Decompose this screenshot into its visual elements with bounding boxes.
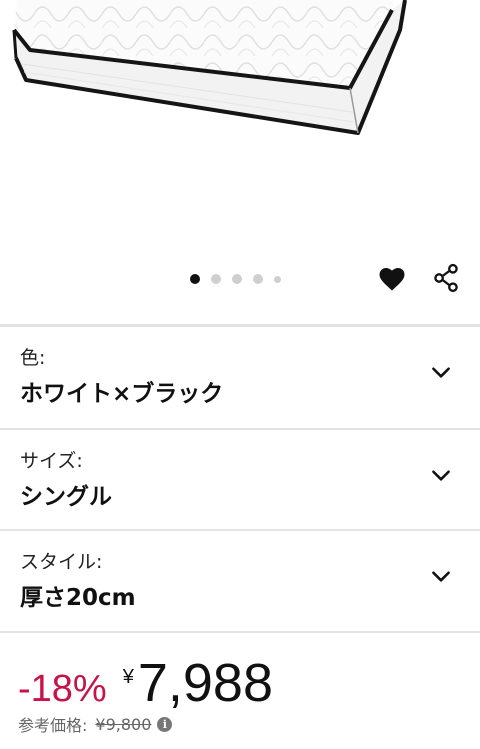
product-image-gallery[interactable] (0, 0, 480, 250)
size-selector[interactable]: サイズ: シングル (0, 430, 480, 531)
gallery-dot[interactable] (274, 275, 281, 283)
reference-price-row: 参考価格: ¥9,800 i (18, 712, 173, 736)
product-actions (376, 262, 462, 294)
size-label: サイズ: (20, 450, 83, 472)
color-label: 色: (20, 347, 46, 369)
color-selector[interactable]: 色: ホワイト×ブラック (0, 327, 480, 430)
gallery-dot[interactable] (253, 274, 263, 284)
price-row: -18% ¥ 7,988 (18, 652, 273, 714)
heart-icon[interactable] (376, 262, 408, 294)
gallery-pagination[interactable] (190, 272, 292, 286)
gallery-dot[interactable] (190, 274, 200, 284)
chevron-down-icon (432, 470, 450, 481)
gallery-dot[interactable] (232, 274, 242, 284)
share-icon[interactable] (430, 262, 462, 294)
chevron-down-icon (432, 367, 450, 378)
mattress-image (12, 0, 407, 135)
currency-symbol: ¥ (122, 666, 134, 688)
size-value: シングル (20, 484, 112, 510)
info-icon[interactable]: i (157, 716, 173, 732)
chevron-down-icon (432, 571, 450, 582)
reference-price: ¥9,800 (95, 714, 152, 734)
sale-price: 7,988 (137, 653, 273, 713)
style-selector[interactable]: スタイル: 厚さ20cm (0, 531, 480, 633)
discount-badge: -18% (18, 668, 107, 710)
gallery-dot[interactable] (211, 274, 221, 284)
color-value: ホワイト×ブラック (20, 381, 224, 407)
style-label: スタイル: (20, 551, 103, 573)
reference-price-label: 参考価格: (18, 716, 88, 735)
style-value: 厚さ20cm (20, 585, 136, 611)
